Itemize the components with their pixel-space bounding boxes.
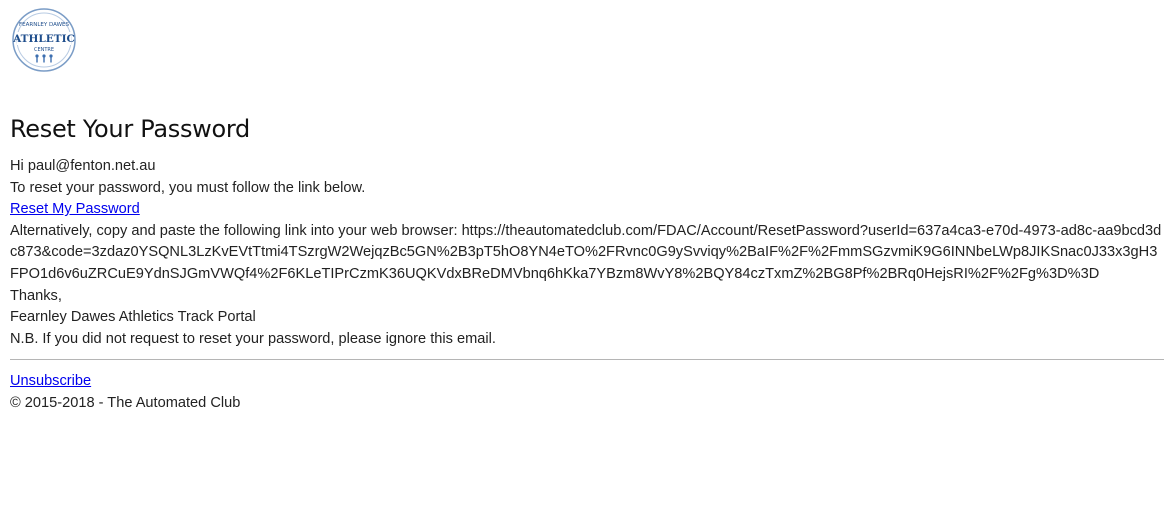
instruction-text: To reset your password, you must follow … (10, 179, 366, 196)
email-page: FEARNLEY DAWES ATHLETIC CENTRE Reset You… (10, 6, 1166, 415)
footer-divider (10, 359, 1164, 361)
logo-main-text: ATHLETIC (12, 33, 75, 45)
athletic-centre-logo: FEARNLEY DAWES ATHLETIC CENTRE (12, 8, 76, 72)
alternative-link-paragraph: Alternatively, copy and paste the follow… (10, 221, 1166, 286)
logo-top-text: FEARNLEY DAWES (19, 22, 69, 28)
disclaimer-note: N.B. If you did not request to reset you… (10, 330, 496, 347)
greeting-text: Hi paul@fenton.net.au (10, 158, 156, 174)
unsubscribe-link[interactable]: Unsubscribe (10, 373, 91, 389)
page-title: Reset Your Password (10, 115, 250, 143)
logo-sub-text: CENTRE (34, 47, 54, 53)
reset-password-link[interactable]: Reset My Password (10, 201, 140, 217)
signature-text: Fearnley Dawes Athletics Track Portal (10, 309, 256, 326)
copyright-text: © 2015-2018 - The Automated Club (10, 394, 241, 411)
thanks-text: Thanks, (10, 287, 62, 304)
email-footer: Unsubscribe © 2015-2018 - The Automated … (10, 371, 1166, 414)
alternative-intro-text: Alternatively, copy and paste the follow… (10, 222, 462, 239)
email-body: Hi paul@fenton.net.au To reset your pass… (10, 156, 1166, 350)
